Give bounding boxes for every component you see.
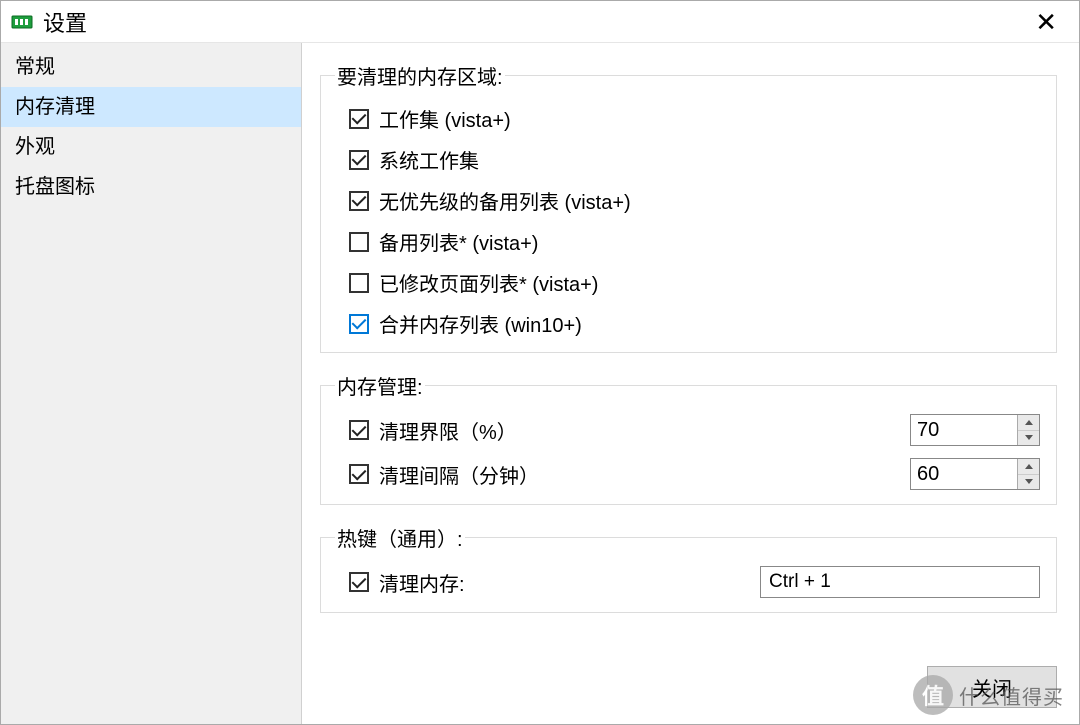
group-hotkey-legend: 热键（通用）: <box>335 523 465 552</box>
close-button[interactable]: 关闭 <box>927 666 1057 708</box>
option-combinelist: 合并内存列表 (win10+) <box>349 309 1040 338</box>
label-standbynoprio: 无优先级的备用列表 (vista+) <box>379 186 631 215</box>
group-hotkey: 热键（通用）: 清理内存: <box>320 523 1057 613</box>
group-mem-mgmt-legend: 内存管理: <box>335 371 425 400</box>
button-bar: 关闭 <box>927 666 1057 708</box>
label-threshold: 清理界限（%） <box>379 416 517 445</box>
label-workingset: 工作集 (vista+) <box>379 104 511 133</box>
option-sysworkingset: 系统工作集 <box>349 145 1040 174</box>
option-standbylist: 备用列表* (vista+) <box>349 227 1040 256</box>
spinbox-threshold <box>910 414 1040 446</box>
titlebar: 设置 ✕ <box>1 1 1079 43</box>
sidebar-item-memclean[interactable]: 内存清理 <box>1 87 301 127</box>
checkbox-hotkey-clean[interactable] <box>349 572 369 592</box>
spinbox-threshold-arrows <box>1017 415 1039 445</box>
label-combinelist: 合并内存列表 (win10+) <box>379 309 582 338</box>
checkbox-sysworkingset[interactable] <box>349 150 369 170</box>
option-threshold: 清理界限（%） <box>349 414 1040 446</box>
option-workingset: 工作集 (vista+) <box>349 104 1040 133</box>
checkbox-interval[interactable] <box>349 464 369 484</box>
threshold-down-icon[interactable] <box>1018 431 1039 446</box>
label-standbylist: 备用列表* (vista+) <box>379 227 538 256</box>
checkbox-standbynoprio[interactable] <box>349 191 369 211</box>
sidebar-item-general[interactable]: 常规 <box>1 47 301 87</box>
spinbox-interval <box>910 458 1040 490</box>
group-mem-mgmt: 内存管理: 清理界限（%） <box>320 371 1057 505</box>
ram-icon <box>11 11 33 33</box>
checkbox-modifiedlist[interactable] <box>349 273 369 293</box>
close-icon[interactable]: ✕ <box>1027 5 1065 39</box>
interval-up-icon[interactable] <box>1018 459 1039 475</box>
group-clean-areas: 要清理的内存区域: 工作集 (vista+) 系统工作集 <box>320 61 1057 353</box>
threshold-up-icon[interactable] <box>1018 415 1039 431</box>
label-hotkey-clean: 清理内存: <box>379 568 465 597</box>
body: 常规 内存清理 外观 托盘图标 要清理的内存区域: 工作集 (vista+) <box>1 43 1079 724</box>
checkbox-combinelist[interactable] <box>349 314 369 334</box>
label-modifiedlist: 已修改页面列表* (vista+) <box>379 268 598 297</box>
checkbox-threshold[interactable] <box>349 420 369 440</box>
sidebar-item-trayicon[interactable]: 托盘图标 <box>1 167 301 207</box>
window-title: 设置 <box>43 6 87 38</box>
option-hotkey-clean: 清理内存: <box>349 566 1040 598</box>
label-sysworkingset: 系统工作集 <box>379 145 479 174</box>
input-threshold[interactable] <box>911 415 1017 445</box>
input-interval[interactable] <box>911 459 1017 489</box>
option-modifiedlist: 已修改页面列表* (vista+) <box>349 268 1040 297</box>
option-interval: 清理间隔（分钟） <box>349 458 1040 490</box>
option-standbynoprio: 无优先级的备用列表 (vista+) <box>349 186 1040 215</box>
group-clean-areas-legend: 要清理的内存区域: <box>335 61 505 90</box>
settings-window: 设置 ✕ 常规 内存清理 外观 托盘图标 要清理的内存区域: 工作集 (vist… <box>0 0 1080 725</box>
label-interval: 清理间隔（分钟） <box>379 460 539 489</box>
input-hotkey-clean[interactable] <box>760 566 1040 598</box>
sidebar-item-appearance[interactable]: 外观 <box>1 127 301 167</box>
spinbox-interval-arrows <box>1017 459 1039 489</box>
checkbox-workingset[interactable] <box>349 109 369 129</box>
titlebar-left: 设置 <box>5 6 87 38</box>
interval-down-icon[interactable] <box>1018 475 1039 490</box>
checkbox-standbylist[interactable] <box>349 232 369 252</box>
main-panel: 要清理的内存区域: 工作集 (vista+) 系统工作集 <box>302 43 1079 724</box>
sidebar: 常规 内存清理 外观 托盘图标 <box>1 43 302 724</box>
